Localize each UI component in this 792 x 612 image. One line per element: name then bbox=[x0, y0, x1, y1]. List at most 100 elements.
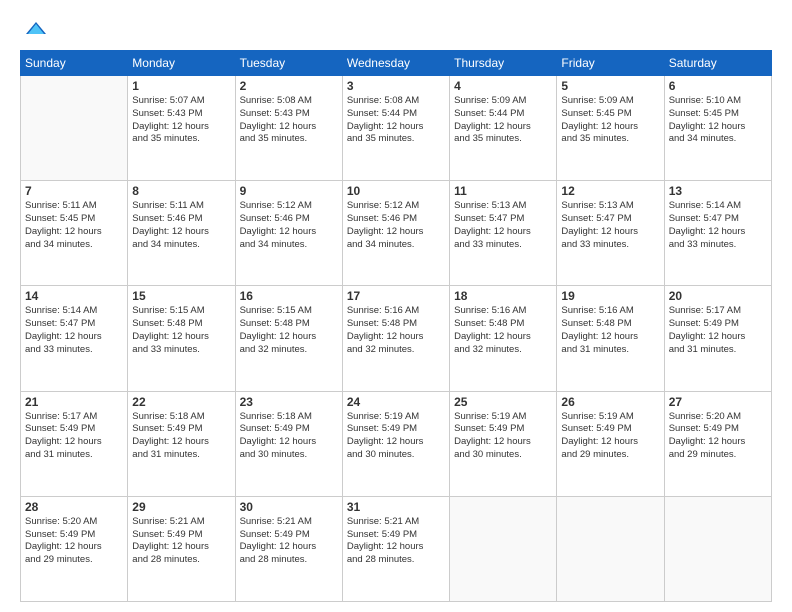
day-number: 3 bbox=[347, 79, 445, 93]
day-info: Sunrise: 5:15 AM Sunset: 5:48 PM Dayligh… bbox=[240, 305, 338, 356]
calendar-day-cell bbox=[21, 76, 128, 181]
day-info: Sunrise: 5:11 AM Sunset: 5:46 PM Dayligh… bbox=[132, 200, 230, 251]
day-info: Sunrise: 5:08 AM Sunset: 5:43 PM Dayligh… bbox=[240, 95, 338, 146]
day-number: 24 bbox=[347, 395, 445, 409]
calendar-day-cell: 19Sunrise: 5:16 AM Sunset: 5:48 PM Dayli… bbox=[557, 286, 664, 391]
calendar-week-row: 21 Sunrise: 5:17 AM Sunset: 5:49 PM Dayli… bbox=[21, 391, 772, 496]
header bbox=[20, 16, 772, 40]
calendar-week-row: 14 Sunrise: 5:14 AM Sunset: 5:47 PM Dayli… bbox=[21, 286, 772, 391]
day-info: Sunrise: 5:15 AM Sunset: 5:48 PM Dayligh… bbox=[132, 305, 230, 356]
day-number: 13 bbox=[669, 184, 767, 198]
calendar-day-cell: 21 Sunrise: 5:17 AM Sunset: 5:49 PM Dayli… bbox=[21, 391, 128, 496]
day-number: 4 bbox=[454, 79, 552, 93]
page: SundayMondayTuesdayWednesdayThursdayFrid… bbox=[0, 0, 792, 612]
day-info: Sunrise: 5:20 AM Sunset: 5:49 PM Dayligh… bbox=[669, 411, 767, 462]
weekday-header-cell: Sunday bbox=[21, 51, 128, 76]
calendar-day-cell: 28 Sunrise: 5:20 AM Sunset: 5:49 PM Dayli… bbox=[21, 496, 128, 601]
calendar-week-row: 7 Sunrise: 5:11 AM Sunset: 5:45 PM Daylig… bbox=[21, 181, 772, 286]
day-number: 15 bbox=[132, 289, 230, 303]
calendar-day-cell: 25Sunrise: 5:19 AM Sunset: 5:49 PM Dayli… bbox=[450, 391, 557, 496]
calendar-body: 1 Sunrise: 5:07 AM Sunset: 5:43 PM Daylig… bbox=[21, 76, 772, 602]
day-info: Sunrise: 5:09 AM Sunset: 5:44 PM Dayligh… bbox=[454, 95, 552, 146]
day-number: 21 bbox=[25, 395, 123, 409]
day-info: Sunrise: 5:17 AM Sunset: 5:49 PM Dayligh… bbox=[669, 305, 767, 356]
day-number: 26 bbox=[561, 395, 659, 409]
day-number: 18 bbox=[454, 289, 552, 303]
day-info: Sunrise: 5:21 AM Sunset: 5:49 PM Dayligh… bbox=[240, 516, 338, 567]
day-number: 8 bbox=[132, 184, 230, 198]
calendar-day-cell bbox=[557, 496, 664, 601]
day-number: 16 bbox=[240, 289, 338, 303]
day-info: Sunrise: 5:19 AM Sunset: 5:49 PM Dayligh… bbox=[454, 411, 552, 462]
day-info: Sunrise: 5:11 AM Sunset: 5:45 PM Dayligh… bbox=[25, 200, 123, 251]
day-info: Sunrise: 5:16 AM Sunset: 5:48 PM Dayligh… bbox=[454, 305, 552, 356]
day-number: 9 bbox=[240, 184, 338, 198]
calendar-day-cell: 11 Sunrise: 5:13 AM Sunset: 5:47 PM Dayli… bbox=[450, 181, 557, 286]
day-info: Sunrise: 5:14 AM Sunset: 5:47 PM Dayligh… bbox=[25, 305, 123, 356]
logo bbox=[20, 16, 46, 40]
calendar-day-cell: 7 Sunrise: 5:11 AM Sunset: 5:45 PM Daylig… bbox=[21, 181, 128, 286]
day-number: 30 bbox=[240, 500, 338, 514]
day-info: Sunrise: 5:21 AM Sunset: 5:49 PM Dayligh… bbox=[132, 516, 230, 567]
day-number: 22 bbox=[132, 395, 230, 409]
day-number: 14 bbox=[25, 289, 123, 303]
calendar-day-cell: 13 Sunrise: 5:14 AM Sunset: 5:47 PM Dayli… bbox=[664, 181, 771, 286]
calendar-day-cell: 3Sunrise: 5:08 AM Sunset: 5:44 PM Daylig… bbox=[342, 76, 449, 181]
calendar-day-cell: 22 Sunrise: 5:18 AM Sunset: 5:49 PM Dayli… bbox=[128, 391, 235, 496]
day-number: 12 bbox=[561, 184, 659, 198]
logo-icon bbox=[22, 16, 46, 40]
day-info: Sunrise: 5:14 AM Sunset: 5:47 PM Dayligh… bbox=[669, 200, 767, 251]
calendar-day-cell: 14 Sunrise: 5:14 AM Sunset: 5:47 PM Dayli… bbox=[21, 286, 128, 391]
weekday-header-cell: Saturday bbox=[664, 51, 771, 76]
day-number: 31 bbox=[347, 500, 445, 514]
weekday-header-cell: Wednesday bbox=[342, 51, 449, 76]
calendar-day-cell: 6 Sunrise: 5:10 AM Sunset: 5:45 PM Daylig… bbox=[664, 76, 771, 181]
calendar-day-cell: 27 Sunrise: 5:20 AM Sunset: 5:49 PM Dayli… bbox=[664, 391, 771, 496]
calendar-day-cell bbox=[450, 496, 557, 601]
calendar-day-cell: 12 Sunrise: 5:13 AM Sunset: 5:47 PM Dayli… bbox=[557, 181, 664, 286]
day-number: 5 bbox=[561, 79, 659, 93]
weekday-header-row: SundayMondayTuesdayWednesdayThursdayFrid… bbox=[21, 51, 772, 76]
calendar-day-cell: 2 Sunrise: 5:08 AM Sunset: 5:43 PM Daylig… bbox=[235, 76, 342, 181]
day-number: 20 bbox=[669, 289, 767, 303]
day-info: Sunrise: 5:13 AM Sunset: 5:47 PM Dayligh… bbox=[454, 200, 552, 251]
calendar-day-cell: 18 Sunrise: 5:16 AM Sunset: 5:48 PM Dayli… bbox=[450, 286, 557, 391]
day-number: 28 bbox=[25, 500, 123, 514]
day-number: 6 bbox=[669, 79, 767, 93]
day-info: Sunrise: 5:19 AM Sunset: 5:49 PM Dayligh… bbox=[561, 411, 659, 462]
calendar-day-cell: 24 Sunrise: 5:19 AM Sunset: 5:49 PM Dayli… bbox=[342, 391, 449, 496]
calendar-day-cell: 20 Sunrise: 5:17 AM Sunset: 5:49 PM Dayli… bbox=[664, 286, 771, 391]
calendar-week-row: 1 Sunrise: 5:07 AM Sunset: 5:43 PM Daylig… bbox=[21, 76, 772, 181]
day-number: 27 bbox=[669, 395, 767, 409]
day-number: 2 bbox=[240, 79, 338, 93]
day-info: Sunrise: 5:21 AM Sunset: 5:49 PM Dayligh… bbox=[347, 516, 445, 567]
day-info: Sunrise: 5:07 AM Sunset: 5:43 PM Dayligh… bbox=[132, 95, 230, 146]
calendar-day-cell: 1 Sunrise: 5:07 AM Sunset: 5:43 PM Daylig… bbox=[128, 76, 235, 181]
calendar-day-cell: 5 Sunrise: 5:09 AM Sunset: 5:45 PM Daylig… bbox=[557, 76, 664, 181]
day-info: Sunrise: 5:09 AM Sunset: 5:45 PM Dayligh… bbox=[561, 95, 659, 146]
day-number: 29 bbox=[132, 500, 230, 514]
day-number: 11 bbox=[454, 184, 552, 198]
day-info: Sunrise: 5:13 AM Sunset: 5:47 PM Dayligh… bbox=[561, 200, 659, 251]
calendar-table: SundayMondayTuesdayWednesdayThursdayFrid… bbox=[20, 50, 772, 602]
calendar-day-cell: 23Sunrise: 5:18 AM Sunset: 5:49 PM Dayli… bbox=[235, 391, 342, 496]
day-info: Sunrise: 5:19 AM Sunset: 5:49 PM Dayligh… bbox=[347, 411, 445, 462]
calendar-week-row: 28 Sunrise: 5:20 AM Sunset: 5:49 PM Dayli… bbox=[21, 496, 772, 601]
day-info: Sunrise: 5:18 AM Sunset: 5:49 PM Dayligh… bbox=[132, 411, 230, 462]
calendar-day-cell bbox=[664, 496, 771, 601]
calendar-day-cell: 30 Sunrise: 5:21 AM Sunset: 5:49 PM Dayli… bbox=[235, 496, 342, 601]
day-number: 10 bbox=[347, 184, 445, 198]
day-info: Sunrise: 5:16 AM Sunset: 5:48 PM Dayligh… bbox=[347, 305, 445, 356]
calendar-day-cell: 8 Sunrise: 5:11 AM Sunset: 5:46 PM Daylig… bbox=[128, 181, 235, 286]
day-info: Sunrise: 5:20 AM Sunset: 5:49 PM Dayligh… bbox=[25, 516, 123, 567]
day-number: 7 bbox=[25, 184, 123, 198]
calendar-day-cell: 15 Sunrise: 5:15 AM Sunset: 5:48 PM Dayli… bbox=[128, 286, 235, 391]
calendar-day-cell: 9Sunrise: 5:12 AM Sunset: 5:46 PM Daylig… bbox=[235, 181, 342, 286]
calendar-day-cell: 4 Sunrise: 5:09 AM Sunset: 5:44 PM Daylig… bbox=[450, 76, 557, 181]
day-info: Sunrise: 5:17 AM Sunset: 5:49 PM Dayligh… bbox=[25, 411, 123, 462]
day-info: Sunrise: 5:10 AM Sunset: 5:45 PM Dayligh… bbox=[669, 95, 767, 146]
calendar-day-cell: 26 Sunrise: 5:19 AM Sunset: 5:49 PM Dayli… bbox=[557, 391, 664, 496]
day-info: Sunrise: 5:18 AM Sunset: 5:49 PM Dayligh… bbox=[240, 411, 338, 462]
calendar-day-cell: 29 Sunrise: 5:21 AM Sunset: 5:49 PM Dayli… bbox=[128, 496, 235, 601]
day-number: 1 bbox=[132, 79, 230, 93]
